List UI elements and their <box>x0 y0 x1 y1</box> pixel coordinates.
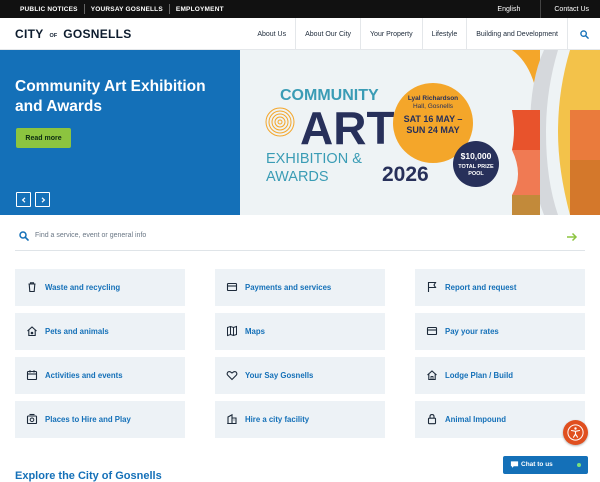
read-more-button[interactable]: Read more <box>16 128 71 148</box>
banner-art: ART <box>300 102 395 154</box>
tile-pay-your-rates[interactable]: Pay your rates <box>415 313 585 350</box>
search-icon <box>580 29 589 39</box>
accessibility-button[interactable] <box>563 420 588 445</box>
community-art-banner: COMMUNITY ART EXHIBITION & AWARDS 2026 L… <box>265 50 600 215</box>
spiral-graphic <box>265 107 295 137</box>
tile-label: Waste and recycling <box>45 283 121 292</box>
nav-lifestyle[interactable]: Lifestyle <box>421 18 467 50</box>
tile-label: Pets and animals <box>45 327 109 336</box>
tile-your-say-gosnells[interactable]: Your Say Gosnells <box>215 357 385 394</box>
tile-waste-and-recycling[interactable]: Waste and recycling <box>15 269 185 306</box>
banner-exhibition: EXHIBITION & <box>266 151 362 167</box>
tile-hire-a-city-facility[interactable]: Hire a city facility <box>215 401 385 438</box>
accessibility-icon <box>567 424 584 441</box>
house-icon <box>427 370 437 381</box>
tile-label: Places to Hire and Play <box>45 415 131 424</box>
chat-bubble-icon <box>510 461 519 468</box>
utility-bar: PUBLIC NOTICES YOURSAY GOSNELLS EMPLOYME… <box>0 0 600 18</box>
city-of-gosnells-logo[interactable]: CITY OF GOSNELLS <box>15 27 132 41</box>
pet-house-icon <box>27 326 37 337</box>
tile-label: Report and request <box>445 283 517 292</box>
banner-venue-line1: Lyal Richardson <box>408 95 458 102</box>
tile-label: Pay your rates <box>445 327 499 336</box>
tile-places-to-hire-and-play[interactable]: Places to Hire and Play <box>15 401 185 438</box>
hero-panel: Community Art Exhibition and Awards Read… <box>0 50 240 215</box>
utility-right: English Contact Us <box>477 0 600 18</box>
tile-animal-impound[interactable]: Animal Impound <box>415 401 585 438</box>
chat-label: Chat to us <box>521 461 553 468</box>
tile-label: Your Say Gosnells <box>245 371 314 380</box>
hero-title: Community Art Exhibition and Awards <box>15 78 206 115</box>
employment-link[interactable]: EMPLOYMENT <box>170 6 230 13</box>
tile-activities-and-events[interactable]: Activities and events <box>15 357 185 394</box>
nav-about-us[interactable]: About Us <box>248 18 295 50</box>
chevron-right-icon <box>41 196 45 203</box>
nav-menu: About Us About Our City Your Property Li… <box>248 18 600 50</box>
tile-label: Maps <box>245 327 265 336</box>
logo-word-of: OF <box>49 33 58 39</box>
flag-icon <box>427 281 437 292</box>
online-status-dot <box>577 463 581 467</box>
map-icon <box>227 325 237 337</box>
utility-links: PUBLIC NOTICES YOURSAY GOSNELLS EMPLOYME… <box>14 0 230 18</box>
logo-word-gosnells: GOSNELLS <box>63 27 132 41</box>
tile-pets-and-animals[interactable]: Pets and animals <box>15 313 185 350</box>
yoursay-gosnells-link[interactable]: YOURSAY GOSNELLS <box>85 6 169 13</box>
service-search[interactable]: Find a service, event or general info <box>15 225 585 251</box>
nav-about-our-city[interactable]: About Our City <box>295 18 360 50</box>
nav-search-button[interactable] <box>567 18 600 50</box>
credit-card-icon <box>426 326 438 336</box>
carousel-prev-button[interactable] <box>16 192 31 207</box>
search-input[interactable]: Find a service, event or general info <box>35 232 146 239</box>
tile-maps[interactable]: Maps <box>215 313 385 350</box>
tile-report-and-request[interactable]: Report and request <box>415 269 585 306</box>
public-notices-link[interactable]: PUBLIC NOTICES <box>14 6 84 13</box>
banner-year: 2026 <box>382 163 429 186</box>
trash-bin-icon <box>28 282 36 293</box>
decorative-arcs <box>502 50 600 215</box>
nav-your-property[interactable]: Your Property <box>360 18 422 50</box>
language-selector[interactable]: English <box>477 6 540 13</box>
carousel-controls <box>16 192 50 207</box>
tile-label: Lodge Plan / Build <box>445 371 514 380</box>
explore-heading: Explore the City of Gosnells <box>15 470 162 482</box>
banner-venue-line2: Hall, Gosnells <box>413 103 454 110</box>
banner-date-line2: SUN 24 MAY <box>406 125 459 135</box>
banner-prize-line3: POOL <box>468 171 484 177</box>
venue-icon <box>26 413 38 425</box>
chat-to-us-button[interactable]: Chat to us <box>503 456 588 474</box>
tile-label: Payments and services <box>245 283 332 292</box>
tile-label: Activities and events <box>45 371 123 380</box>
contact-us-link[interactable]: Contact Us <box>541 6 600 13</box>
nav-building-and-development[interactable]: Building and Development <box>466 18 567 50</box>
building-icon <box>227 413 237 425</box>
carousel-next-button[interactable] <box>35 192 50 207</box>
heart-handshake-icon <box>226 371 238 381</box>
tile-label: Animal Impound <box>445 415 507 424</box>
tile-lodge-plan-build[interactable]: Lodge Plan / Build <box>415 357 585 394</box>
main-nav: CITY OF GOSNELLS About Us About Our City… <box>0 18 600 50</box>
lock-icon <box>427 414 437 425</box>
arrow-right-icon[interactable] <box>565 230 579 244</box>
banner-awards: AWARDS <box>266 169 329 185</box>
tile-label: Hire a city facility <box>245 415 310 424</box>
banner-date-line1: SAT 16 MAY – <box>404 114 463 124</box>
hero-banner-image[interactable]: COMMUNITY ART EXHIBITION & AWARDS 2026 L… <box>240 50 600 215</box>
banner-prize-line2: TOTAL PRIZE <box>458 164 494 170</box>
chevron-left-icon <box>21 196 25 203</box>
credit-card-icon <box>226 282 238 292</box>
logo-word-city: CITY <box>15 27 44 41</box>
search-icon <box>19 231 29 241</box>
banner-prize-amount: $10,000 <box>461 151 492 161</box>
calendar-icon <box>26 370 38 381</box>
tile-payments-and-services[interactable]: Payments and services <box>215 269 385 306</box>
